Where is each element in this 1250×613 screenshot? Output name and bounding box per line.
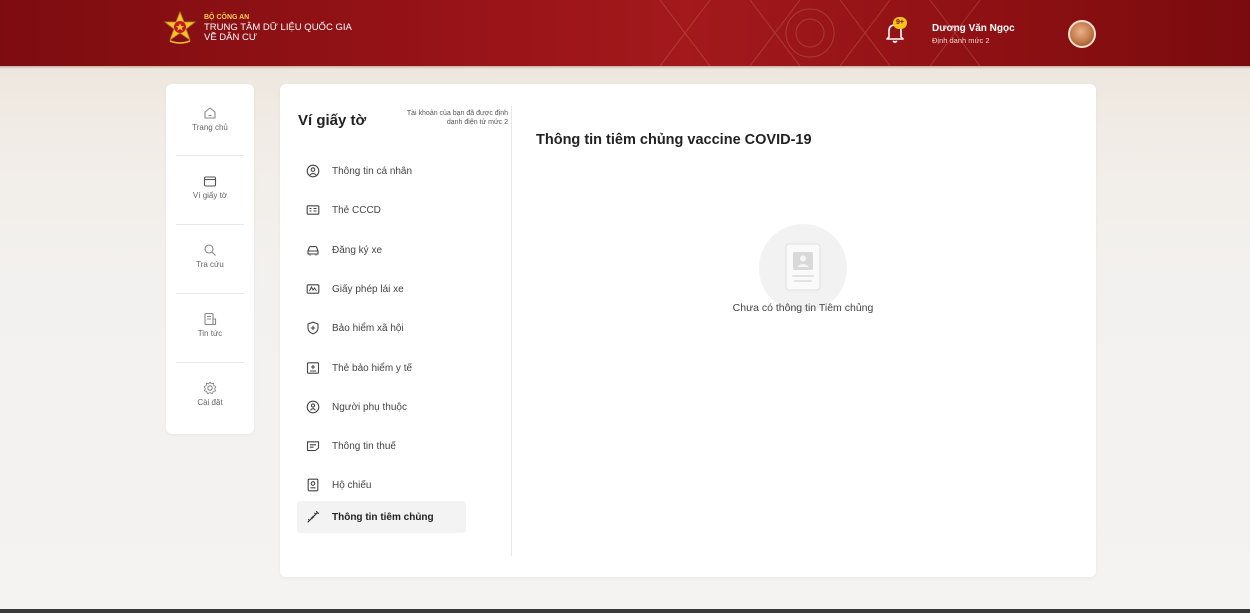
police-emblem-logo: [164, 11, 196, 44]
syringe-icon: [307, 510, 320, 523]
menu-label: Người phụ thuộc: [332, 401, 407, 413]
menu-item-personal-info[interactable]: Thông tin cá nhân: [297, 155, 466, 187]
dependent-icon: [306, 400, 320, 414]
empty-document-illustration: [759, 224, 847, 312]
left-navigation-rail: Trang chủ Ví giấy tờ Tra cứu Tin tức Cài…: [166, 84, 254, 434]
tax-icon: [306, 441, 320, 452]
rail-item-wallet[interactable]: Ví giấy tờ: [166, 174, 254, 200]
menu-label: Thông tin thuế: [332, 440, 396, 452]
car-icon: [307, 246, 319, 256]
rail-label-news: Tin tức: [197, 329, 223, 338]
empty-state-message: Chưa có thông tin Tiêm chủng: [732, 302, 874, 314]
user-info[interactable]: Dương Văn Ngọc Định danh mức 2: [932, 23, 1015, 47]
rail-item-home[interactable]: Trang chủ: [166, 106, 254, 132]
org-line-population: VỀ DÂN CƯ: [204, 32, 257, 43]
notification-count-badge: 9+: [893, 17, 907, 29]
menu-item-passport[interactable]: Hộ chiếu: [297, 469, 466, 501]
menu-label: Đăng ký xe: [332, 244, 383, 256]
rail-label-wallet: Ví giấy tờ: [192, 191, 228, 200]
gear-icon: [203, 381, 217, 395]
identity-level-note: Tài khoản của bạn đã được định danh điện…: [406, 110, 508, 126]
person-circle-icon: [306, 164, 320, 178]
home-icon: [204, 107, 216, 119]
health-card-icon: [306, 362, 320, 374]
menu-label: Thẻ CCCD: [332, 204, 381, 216]
search-icon: [204, 244, 216, 256]
license-icon: [306, 284, 320, 294]
shield-plus-icon: [307, 321, 319, 335]
menu-item-driver-license[interactable]: Giấy phép lái xe: [297, 273, 466, 305]
rail-divider: [176, 224, 244, 225]
rail-item-settings[interactable]: Cài đặt: [166, 381, 254, 407]
vaccination-title: Thông tin tiêm chủng vaccine COVID-19: [536, 132, 812, 148]
menu-item-citizen-id[interactable]: Thẻ CCCD: [297, 194, 466, 226]
menu-label: Thẻ bảo hiểm y tế: [332, 362, 413, 374]
panel-divider: [511, 106, 512, 556]
rail-divider: [176, 293, 244, 294]
menu-item-tax-info[interactable]: Thông tin thuế: [297, 430, 466, 462]
passport-icon: [307, 478, 319, 492]
menu-label: Hộ chiếu: [332, 479, 372, 491]
menu-item-vehicle-registration[interactable]: Đăng ký xe: [297, 234, 466, 266]
top-header: BỘ CÔNG AN TRUNG TÂM DỮ LIỆU QUỐC GIA VỀ…: [0, 0, 1250, 66]
rail-label-home: Trang chủ: [192, 123, 228, 132]
notification-button[interactable]: 9+: [884, 17, 907, 44]
main-card: Ví giấy tờ Tài khoản của bạn đã được địn…: [280, 84, 1096, 577]
bottom-edge-bar: [0, 609, 1250, 613]
news-icon: [204, 312, 217, 326]
wallet-title: Ví giấy tờ: [298, 112, 367, 129]
menu-item-dependents[interactable]: Người phụ thuộc: [297, 391, 466, 423]
rail-divider: [176, 155, 244, 156]
header-shadow: [0, 66, 1250, 69]
rail-item-search[interactable]: Tra cứu: [166, 243, 254, 269]
menu-label: Bảo hiểm xã hội: [332, 322, 404, 334]
menu-label: Giấy phép lái xe: [332, 283, 404, 295]
rail-label-search: Tra cứu: [196, 260, 224, 269]
avatar[interactable]: [1068, 20, 1096, 48]
menu-item-social-insurance[interactable]: Bảo hiểm xã hội: [297, 312, 466, 344]
rail-label-settings: Cài đặt: [197, 398, 223, 407]
rail-divider: [176, 362, 244, 363]
menu-item-vaccination-info[interactable]: Thông tin tiêm chủng: [297, 501, 466, 533]
menu-label: Thông tin cá nhân: [332, 165, 413, 177]
user-identity-level: Định danh mức 2: [932, 36, 990, 45]
organization-name: BỘ CÔNG AN TRUNG TÂM DỮ LIỆU QUỐC GIA VỀ…: [204, 13, 352, 43]
menu-label: Thông tin tiêm chủng: [332, 511, 434, 523]
id-card-icon: [306, 205, 320, 215]
wallet-icon: [203, 176, 217, 187]
user-name: Dương Văn Ngọc: [932, 23, 1015, 34]
rail-item-news[interactable]: Tin tức: [166, 312, 254, 338]
menu-item-health-insurance[interactable]: Thẻ bảo hiểm y tế: [297, 352, 466, 384]
